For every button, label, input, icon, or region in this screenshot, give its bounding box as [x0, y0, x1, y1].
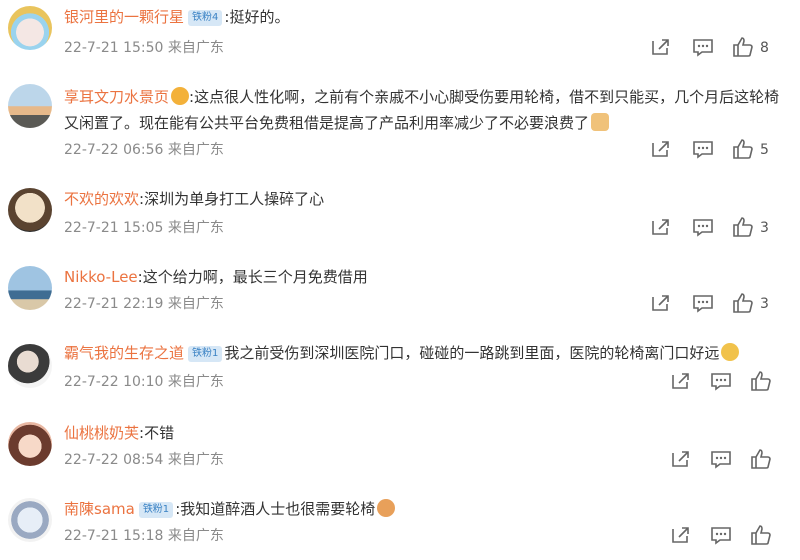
emoji-icon	[377, 499, 396, 517]
like-count: 8	[760, 40, 769, 56]
share-icon[interactable]	[650, 216, 672, 238]
comment-meta: 22-7-22 10:10 来自广东	[64, 374, 224, 390]
comment-icon[interactable]	[710, 524, 732, 546]
emoji-icon	[721, 343, 740, 361]
avatar[interactable]	[8, 498, 52, 542]
comment-meta: 22-7-21 22:19 来自广东	[64, 296, 224, 312]
comment-line: 不欢的欢欢:深圳为单身打工人操碎了心	[64, 190, 325, 208]
like-count: 3	[760, 220, 769, 236]
comment-text: 挺好的。	[229, 8, 290, 26]
like-count: 5	[760, 142, 769, 158]
avatar[interactable]	[8, 422, 52, 466]
share-icon[interactable]	[650, 138, 672, 160]
share-icon[interactable]	[670, 524, 692, 546]
comment-meta: 22-7-22 08:54 来自广东	[64, 452, 224, 468]
emoji-icon	[591, 113, 610, 131]
share-icon[interactable]	[670, 448, 692, 470]
comment-line: 享耳文刀水景页:这点很人性化啊，之前有个亲戚不小心脚受伤要用轮椅，借不到只能买，…	[64, 87, 780, 132]
comment-text: 我之前受伤到深圳医院门口，碰碰的一路跳到里面，医院的轮椅离门口好远	[224, 344, 720, 362]
comment-line: Nikko-Lee:这个给力啊，最长三个月免费借用	[64, 268, 368, 286]
comment-text: 这个给力啊，最长三个月免费借用	[142, 268, 368, 286]
comment-meta: 22-7-22 06:56 来自广东	[64, 142, 224, 158]
username[interactable]: 不欢的欢欢	[64, 190, 139, 208]
thumbs-up-icon[interactable]	[732, 138, 754, 160]
comment-icon[interactable]	[692, 36, 714, 58]
comment-actions: 5	[650, 138, 790, 162]
fan-badge: 铁粉1	[138, 502, 174, 518]
comment-actions: 3	[650, 216, 790, 240]
comment-icon[interactable]	[692, 138, 714, 160]
comment-icon[interactable]	[710, 370, 732, 392]
comment-icon[interactable]	[692, 216, 714, 238]
username[interactable]: 仙桃桃奶芙	[64, 424, 139, 442]
emoji-icon	[171, 87, 190, 105]
username[interactable]: 享耳文刀水景页	[64, 88, 169, 106]
comment-meta: 22-7-21 15:50 来自广东	[64, 40, 224, 56]
avatar[interactable]	[8, 266, 52, 310]
fan-badge: 铁粉1	[188, 346, 223, 362]
comment-icon[interactable]	[692, 292, 714, 314]
share-icon[interactable]	[670, 370, 692, 392]
comment-meta: 22-7-21 15:18 来自广东	[64, 528, 224, 544]
comment-line: 银河里的一颗行星 铁粉4:挺好的。	[64, 8, 290, 26]
username[interactable]: 霸气我的生存之道	[64, 344, 184, 362]
comment-actions: 3	[650, 292, 790, 316]
username[interactable]: 南陳sama	[64, 500, 135, 518]
comment-actions: 8	[650, 36, 790, 60]
thumbs-up-icon[interactable]	[750, 448, 772, 470]
avatar[interactable]	[8, 6, 52, 50]
thumbs-up-icon[interactable]	[732, 216, 754, 238]
comment-text: 深圳为单身打工人操碎了心	[144, 190, 325, 208]
comment-actions	[670, 524, 790, 548]
thumbs-up-icon[interactable]	[750, 524, 772, 546]
comment-actions	[670, 448, 790, 472]
thumbs-up-icon[interactable]	[732, 36, 754, 58]
comment-text: 我知道醉酒人士也很需要轮椅	[180, 500, 376, 518]
fan-badge: 铁粉4	[188, 10, 223, 26]
like-count: 3	[760, 296, 769, 312]
comment-line: 南陳sama 铁粉1:我知道醉酒人士也很需要轮椅	[64, 496, 786, 522]
share-icon[interactable]	[650, 36, 672, 58]
comment-line: 仙桃桃奶芙:不错	[64, 424, 175, 442]
comment-actions	[670, 370, 790, 394]
comment-meta: 22-7-21 15:05 来自广东	[64, 220, 224, 236]
username[interactable]: Nikko-Lee	[64, 268, 138, 286]
avatar[interactable]	[8, 344, 52, 388]
username[interactable]: 银河里的一颗行星	[64, 8, 184, 26]
thumbs-up-icon[interactable]	[750, 370, 772, 392]
avatar[interactable]	[8, 84, 52, 128]
comment-line: 霸气我的生存之道 铁粉1 我之前受伤到深圳医院门口，碰碰的一路跳到里面，医院的轮椅离…	[64, 340, 786, 366]
comment-icon[interactable]	[710, 448, 732, 470]
thumbs-up-icon[interactable]	[732, 292, 754, 314]
share-icon[interactable]	[650, 292, 672, 314]
comment-text: 不错	[144, 424, 175, 442]
avatar[interactable]	[8, 188, 52, 232]
